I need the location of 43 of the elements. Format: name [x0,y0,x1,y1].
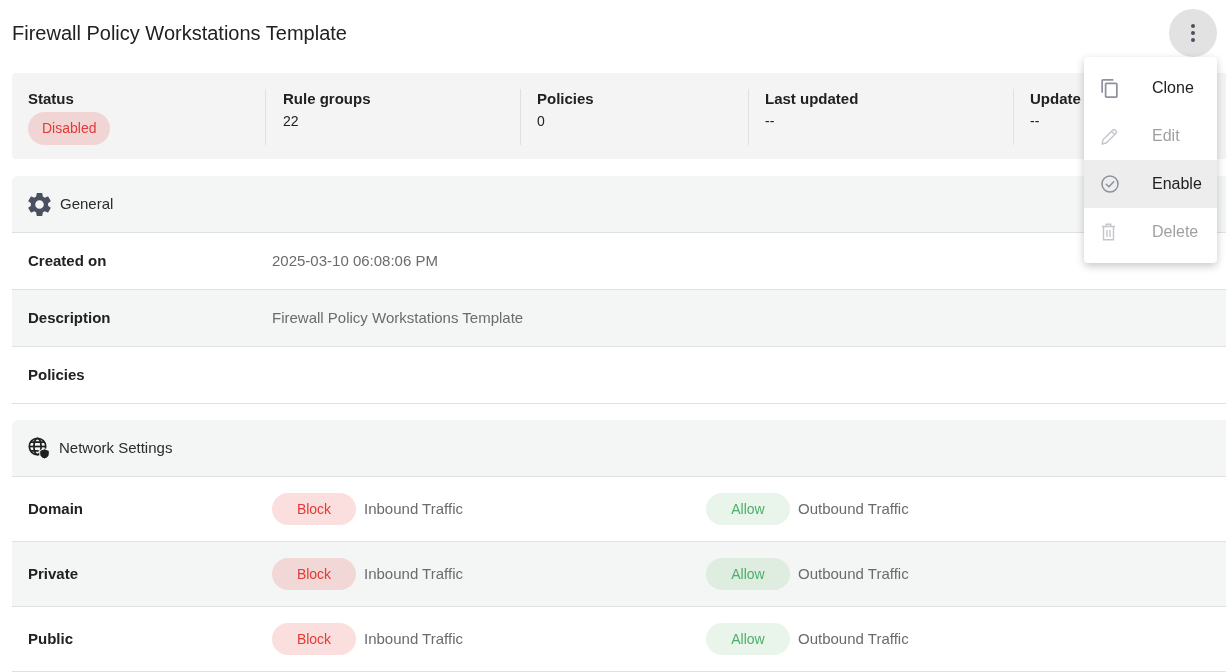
row-label: Public [28,628,74,649]
pencil-icon [1101,127,1118,145]
summary-value: 0 [537,112,545,131]
more-options-icon [1191,24,1195,42]
traffic-label: Inbound Traffic [364,498,463,519]
menu-item[interactable]: Clone [1084,64,1217,112]
allow-badge: Allow [706,623,790,655]
traffic-label: Inbound Traffic [364,628,463,649]
section-title: General [60,193,114,214]
row-label: Domain [28,498,84,519]
traffic-label: Outbound Traffic [798,563,909,584]
row-label: Private [28,563,80,584]
traffic-label: Outbound Traffic [798,628,909,649]
check-circle-icon [1101,175,1119,193]
copy-icon [1101,78,1118,98]
traffic-label: Outbound Traffic [798,498,909,519]
status-badge: Disabled [28,112,111,145]
summary-label: Status [28,89,74,109]
summary-value: -- [1030,112,1040,131]
globe-shield-icon [28,437,50,459]
summary-label: Last updated [765,89,859,109]
menu-item[interactable]: Enable [1084,160,1217,208]
summary-label: Policies [537,89,594,109]
page-title: Firewall Policy Workstations Template [12,21,347,46]
block-badge: Block [272,623,356,655]
block-badge: Block [272,558,356,590]
row-value: 2025-03-10 06:08:06 PM [272,250,438,271]
row-label: Created on [28,250,108,271]
more-options-button[interactable] [1169,9,1217,57]
allow-badge: Allow [706,558,790,590]
summary-value: 22 [283,112,299,131]
allow-badge: Allow [706,493,790,525]
traffic-label: Inbound Traffic [364,563,463,584]
row-label: Description [28,307,112,328]
summary-label: Rule groups [283,89,371,109]
block-badge: Block [272,493,356,525]
trash-icon [1101,223,1116,241]
section-title: Network Settings [59,437,173,458]
row-value: Firewall Policy Workstations Template [272,307,524,328]
summary-label: Update [1030,89,1081,109]
summary-value: -- [765,112,775,131]
gear-icon [28,192,51,216]
row-label: Policies [28,364,86,385]
